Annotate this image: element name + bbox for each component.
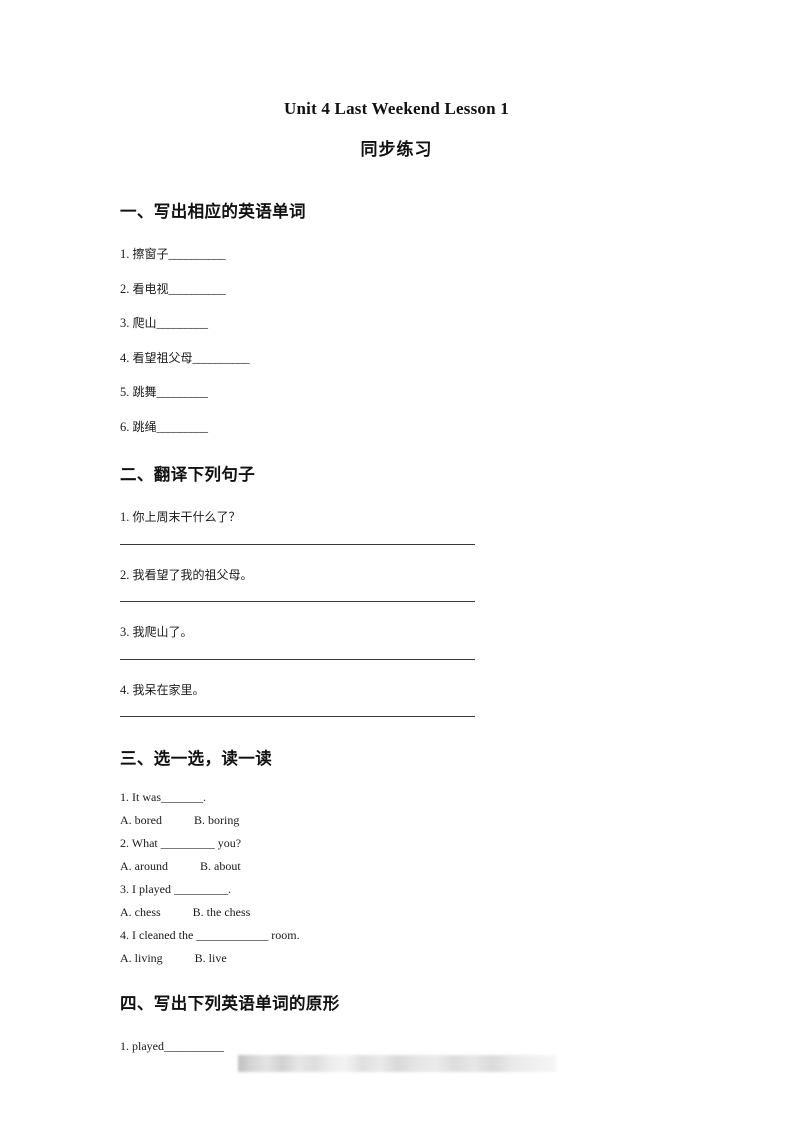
item-number: 1. [120, 510, 130, 525]
answer-blank[interactable]: _________ [157, 420, 208, 434]
question-stem: 2. What _________ you? [120, 836, 242, 851]
list-item: 5. 跳舞_________ [120, 364, 673, 399]
item-text: 擦窗子 [132, 247, 169, 262]
item-text: 我爬山了。 [132, 625, 193, 640]
item-text: 你上周末干什么了？ [132, 510, 241, 525]
item-number: 3. [120, 316, 130, 331]
question-stem: 1. It was_______. [120, 790, 206, 805]
watermark-bar [238, 1055, 556, 1072]
worksheet-page: Unit 4 Last Weekend Lesson 1 同步练习 一、写出相应… [0, 0, 793, 1122]
item-number: 4. [120, 682, 130, 697]
item-number: 1. [120, 1039, 129, 1054]
list-item: 3. 爬山_________ [120, 295, 673, 330]
item-text: 我呆在家里。 [132, 682, 205, 697]
option-a[interactable]: A. living [120, 951, 163, 965]
list-item: 2. 我看望了我的祖父母。 [120, 545, 673, 603]
option-row: A. living B. live [120, 941, 673, 964]
item-number: 1. [120, 247, 130, 262]
section-heading-four: 四、写出下列英语单词的原形 [120, 994, 340, 1014]
option-b[interactable]: B. live [195, 951, 227, 965]
translation-list: 1. 你上周末干什么了？ 2. 我看望了我的祖父母。 3. 我爬山了。 4. 我… [120, 485, 673, 718]
item-text: 爬山 [132, 316, 157, 331]
page-title: Unit 4 Last Weekend Lesson 1 [284, 99, 509, 118]
option-a[interactable]: A. bored [120, 813, 162, 827]
option-a[interactable]: A. chess [120, 905, 161, 919]
list-item: 4. 我呆在家里。 [120, 660, 673, 718]
option-a[interactable]: A. around [120, 859, 168, 873]
item-text: 我看望了我的祖父母。 [132, 567, 253, 582]
option-b[interactable]: B. the chess [193, 905, 251, 919]
list-item: 1. played___________ [120, 1014, 673, 1052]
list-item: 3. 我爬山了。 [120, 602, 673, 660]
item-text: played [132, 1039, 164, 1054]
option-row: A. bored B. boring [120, 803, 673, 826]
item-text: 看望祖父母 [132, 350, 193, 365]
page-content: Unit 4 Last Weekend Lesson 1 同步练习 一、写出相应… [120, 0, 673, 1052]
option-b[interactable]: B. boring [194, 813, 239, 827]
list-item: 1. 你上周末干什么了？ [120, 485, 673, 545]
question-stem: 3. I played _________. [120, 882, 231, 897]
item-number: 3. [120, 625, 130, 640]
answer-blank[interactable]: __________ [169, 282, 226, 296]
item-number: 2. [120, 567, 130, 582]
list-item: 2. 看电视__________ [120, 261, 673, 296]
option-b[interactable]: B. about [200, 859, 241, 873]
item-number: 2. [120, 281, 130, 296]
item-text: 看电视 [132, 281, 169, 296]
answer-blank[interactable]: ___________ [164, 1039, 224, 1053]
base-form-list: 1. played___________ [120, 1014, 673, 1052]
list-item: 4. 看望祖父母__________ [120, 330, 673, 365]
question-stem: 4. I cleaned the ____________ room. [120, 928, 300, 943]
item-number: 6. [120, 419, 130, 434]
answer-blank[interactable]: __________ [169, 247, 226, 261]
item-text: 跳绳 [132, 419, 157, 434]
item-number: 4. [120, 350, 130, 365]
question-text: 1. 你上周末干什么了？ [120, 511, 673, 524]
option-row: A. around B. about [120, 849, 673, 872]
item-number: 5. [120, 385, 130, 400]
item-text: 跳舞 [132, 385, 157, 400]
section-heading-two: 二、翻译下列句子 [120, 465, 256, 485]
answer-blank[interactable]: __________ [193, 351, 250, 365]
question-text: 2. 我看望了我的祖父母。 [120, 569, 673, 582]
answer-blank[interactable]: _________ [157, 385, 208, 399]
question-text: 3. 我爬山了。 [120, 626, 673, 639]
section-heading-one: 一、写出相应的英语单词 [120, 202, 306, 222]
choice-question-list: 1. It was_______. A. bored B. boring 2. … [120, 769, 673, 964]
word-list: 1. 擦窗子__________ 2. 看电视__________ 3. 爬山_… [120, 222, 673, 433]
answer-blank[interactable]: _________ [157, 316, 208, 330]
option-row: A. chess B. the chess [120, 895, 673, 918]
list-item: 1. 擦窗子__________ [120, 222, 673, 261]
question-text: 4. 我呆在家里。 [120, 684, 673, 697]
section-heading-three: 三、选一选，读一读 [120, 749, 273, 769]
list-item: 6. 跳绳_________ [120, 399, 673, 434]
page-subtitle: 同步练习 [360, 140, 433, 161]
